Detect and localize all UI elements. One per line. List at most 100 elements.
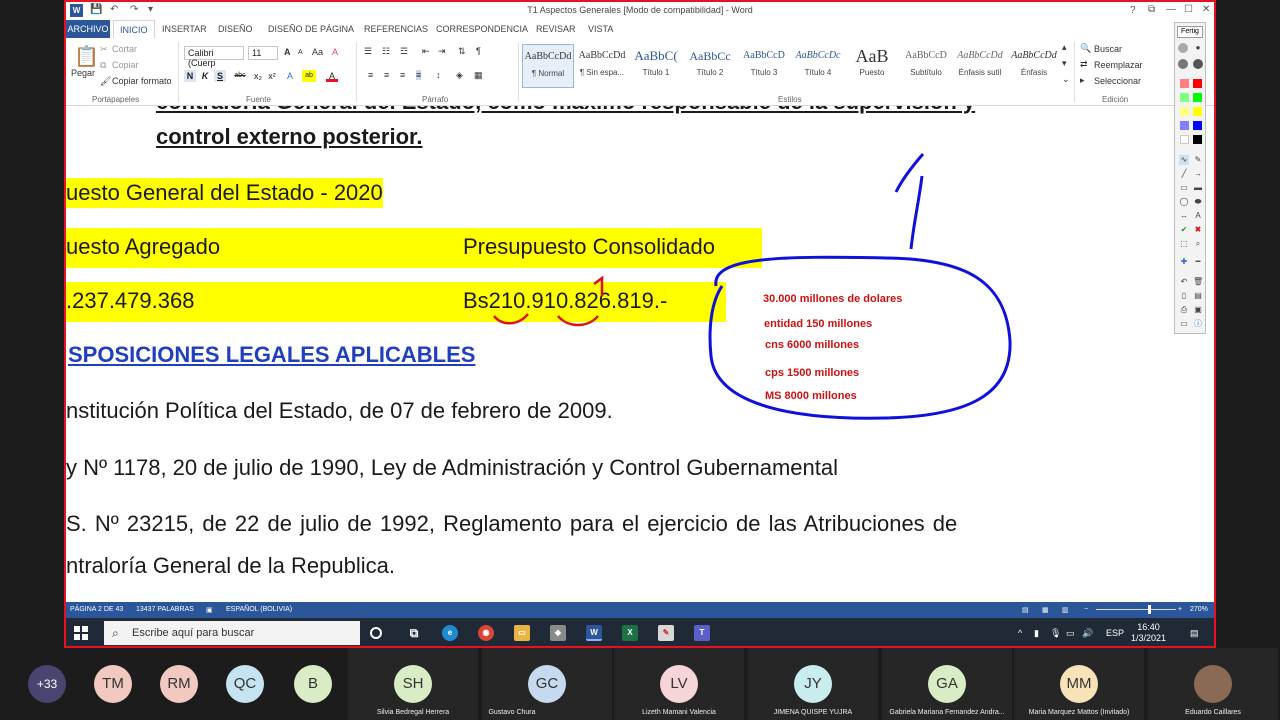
superscript-button[interactable]: x² bbox=[266, 70, 278, 82]
tab-revisar[interactable]: REVISAR bbox=[536, 24, 576, 34]
change-case-button[interactable]: Aa bbox=[312, 47, 323, 57]
crop-icon[interactable]: ⬚ bbox=[1179, 239, 1189, 249]
grow-font-button[interactable]: A bbox=[284, 47, 291, 57]
pen-thin-icon[interactable] bbox=[1178, 43, 1188, 53]
style-titulo-2[interactable]: AaBbCc Título 2 bbox=[684, 44, 736, 88]
color-swatch[interactable] bbox=[1193, 93, 1202, 102]
pen-dot-icon[interactable]: ● bbox=[1193, 43, 1203, 53]
format-painter-button[interactable]: Copiar formato bbox=[112, 76, 172, 86]
zoom-in-icon[interactable]: + bbox=[1178, 606, 1182, 613]
participant-tile[interactable]: LV Lizeth Mamani Valencia bbox=[614, 648, 744, 720]
zoom-out-icon[interactable]: − bbox=[1084, 606, 1088, 613]
underline-button[interactable]: S bbox=[214, 70, 226, 82]
pen-thick-icon[interactable] bbox=[1193, 59, 1203, 69]
bold-button[interactable]: N bbox=[184, 70, 196, 82]
network-icon[interactable]: ▭ bbox=[1066, 628, 1075, 639]
zoom-slider[interactable] bbox=[1096, 609, 1176, 610]
open-icon[interactable]: ▤ bbox=[1193, 291, 1203, 301]
trash-icon[interactable]: 🗑 bbox=[1193, 277, 1203, 287]
save-ink-icon[interactable]: ▣ bbox=[1193, 305, 1203, 315]
help-button[interactable]: ? bbox=[1130, 5, 1136, 16]
clear-format-button[interactable]: A bbox=[332, 47, 338, 57]
color-swatch[interactable] bbox=[1193, 79, 1202, 88]
line-spacing-icon[interactable]: ↕ bbox=[436, 70, 441, 80]
paste-button[interactable]: Pegar bbox=[71, 68, 95, 78]
maximize-button[interactable]: ☐ bbox=[1184, 4, 1193, 15]
color-swatch[interactable] bbox=[1193, 121, 1202, 130]
pen-palette-done-button[interactable]: Fertig bbox=[1177, 26, 1203, 38]
restore-ribbon-icon[interactable]: ⧉ bbox=[1148, 4, 1155, 15]
participant-tile[interactable]: TM bbox=[84, 648, 144, 720]
font-color-button[interactable]: A bbox=[326, 70, 338, 82]
participant-tile[interactable]: RM bbox=[150, 648, 210, 720]
screen-icon[interactable]: ▭ bbox=[1179, 319, 1189, 329]
windows-start-icon[interactable] bbox=[74, 626, 88, 640]
web-layout-icon[interactable]: ▥ bbox=[1062, 606, 1069, 614]
text-effects-button[interactable]: A bbox=[284, 70, 296, 82]
taskbar-search[interactable]: ⌕ Escribe aquí para buscar bbox=[104, 621, 360, 645]
print-icon[interactable]: ⎙ bbox=[1179, 305, 1189, 315]
color-swatch[interactable] bbox=[1193, 135, 1202, 144]
tab-archivo[interactable]: ARCHIVO bbox=[66, 20, 110, 38]
styles-scroll-down-icon[interactable]: ▾ bbox=[1062, 58, 1067, 69]
shrink-font-button[interactable]: A bbox=[298, 49, 303, 56]
tab-correspondencia[interactable]: CORRESPONDENCIA bbox=[436, 24, 528, 34]
numbering-icon[interactable]: ☷ bbox=[382, 46, 390, 57]
remove-icon[interactable]: ━ bbox=[1193, 257, 1203, 267]
volume-icon[interactable]: 🔊 bbox=[1082, 628, 1093, 639]
tab-diseno-pagina[interactable]: DISEÑO DE PÁGINA bbox=[268, 24, 354, 34]
filled-ellipse-icon[interactable]: ⬬ bbox=[1193, 197, 1203, 207]
zoom-level[interactable]: 270% bbox=[1190, 606, 1208, 613]
freehand-pen-icon[interactable]: ∿ bbox=[1179, 155, 1189, 165]
style-enfasis[interactable]: AaBbCcDd Énfasis bbox=[1008, 44, 1060, 88]
tab-inicio[interactable]: INICIO bbox=[113, 20, 155, 38]
select-button[interactable]: Seleccionar bbox=[1094, 76, 1141, 86]
style-titulo-3[interactable]: AaBbCcD Título 3 bbox=[738, 44, 790, 88]
more-participants-button[interactable]: +33 bbox=[28, 665, 66, 703]
decrease-indent-icon[interactable]: ⇤ bbox=[422, 46, 430, 57]
text-tool-icon[interactable]: A bbox=[1193, 211, 1203, 221]
sort-icon[interactable]: ⇅ bbox=[458, 46, 466, 57]
shading-icon[interactable]: ◈ bbox=[456, 70, 463, 81]
pen-medium-icon[interactable] bbox=[1178, 59, 1188, 69]
justify-icon[interactable]: ≡ bbox=[416, 70, 422, 80]
word-taskbar-icon[interactable]: W bbox=[586, 625, 602, 641]
participant-tile[interactable]: GC Gustavo Chura bbox=[482, 648, 612, 720]
task-view-icon[interactable]: ⧉ bbox=[406, 625, 422, 641]
edge-icon[interactable]: e bbox=[442, 625, 458, 641]
participant-tile[interactable]: B bbox=[282, 648, 342, 720]
align-right-icon[interactable]: ≡ bbox=[400, 70, 405, 80]
font-size-combo[interactable]: 11 bbox=[248, 46, 278, 60]
show-marks-button[interactable]: ¶ bbox=[476, 46, 481, 56]
clock[interactable]: 16:40 1/3/2021 bbox=[1131, 622, 1166, 644]
tray-icon[interactable]: ▮ bbox=[1034, 628, 1039, 639]
close-button[interactable]: ✕ bbox=[1202, 4, 1210, 15]
align-left-icon[interactable]: ≡ bbox=[368, 70, 373, 80]
page-icon[interactable]: ▯ bbox=[1179, 291, 1189, 301]
arrow-tool-icon[interactable]: → bbox=[1193, 169, 1203, 179]
app-icon[interactable]: ◆ bbox=[550, 625, 566, 641]
tab-insertar[interactable]: INSERTAR bbox=[162, 24, 207, 34]
status-language[interactable]: ESPAÑOL (BOLIVIA) bbox=[226, 606, 292, 613]
cortana-icon[interactable] bbox=[370, 627, 382, 639]
increase-indent-icon[interactable]: ⇥ bbox=[438, 46, 446, 57]
color-swatch[interactable] bbox=[1180, 93, 1189, 102]
copy-button[interactable]: Copiar bbox=[112, 60, 139, 70]
cut-button[interactable]: Cortar bbox=[112, 44, 137, 54]
move-tool-icon[interactable]: ↔ bbox=[1179, 211, 1189, 221]
style-enfasis-sutil[interactable]: AaBbCcDd Énfasis sutil bbox=[954, 44, 1006, 88]
rectangle-tool-icon[interactable]: ▭ bbox=[1179, 183, 1189, 193]
replace-button[interactable]: Reemplazar bbox=[1094, 60, 1143, 70]
color-swatch[interactable] bbox=[1180, 79, 1189, 88]
tab-diseno[interactable]: DISEÑO bbox=[218, 24, 253, 34]
minimize-button[interactable]: — bbox=[1166, 4, 1176, 15]
file-explorer-icon[interactable]: ▭ bbox=[514, 625, 530, 641]
paste-icon[interactable]: 📋 bbox=[74, 44, 99, 69]
zoom-tool-icon[interactable]: ⌕ bbox=[1193, 239, 1203, 249]
participant-tile[interactable]: QC bbox=[216, 648, 276, 720]
color-swatch[interactable] bbox=[1180, 107, 1189, 116]
styles-more-icon[interactable]: ⌄ bbox=[1062, 74, 1070, 85]
info-icon[interactable]: ⓘ bbox=[1193, 319, 1203, 329]
italic-button[interactable]: K bbox=[199, 70, 211, 82]
line-tool-icon[interactable]: ╱ bbox=[1179, 169, 1189, 179]
